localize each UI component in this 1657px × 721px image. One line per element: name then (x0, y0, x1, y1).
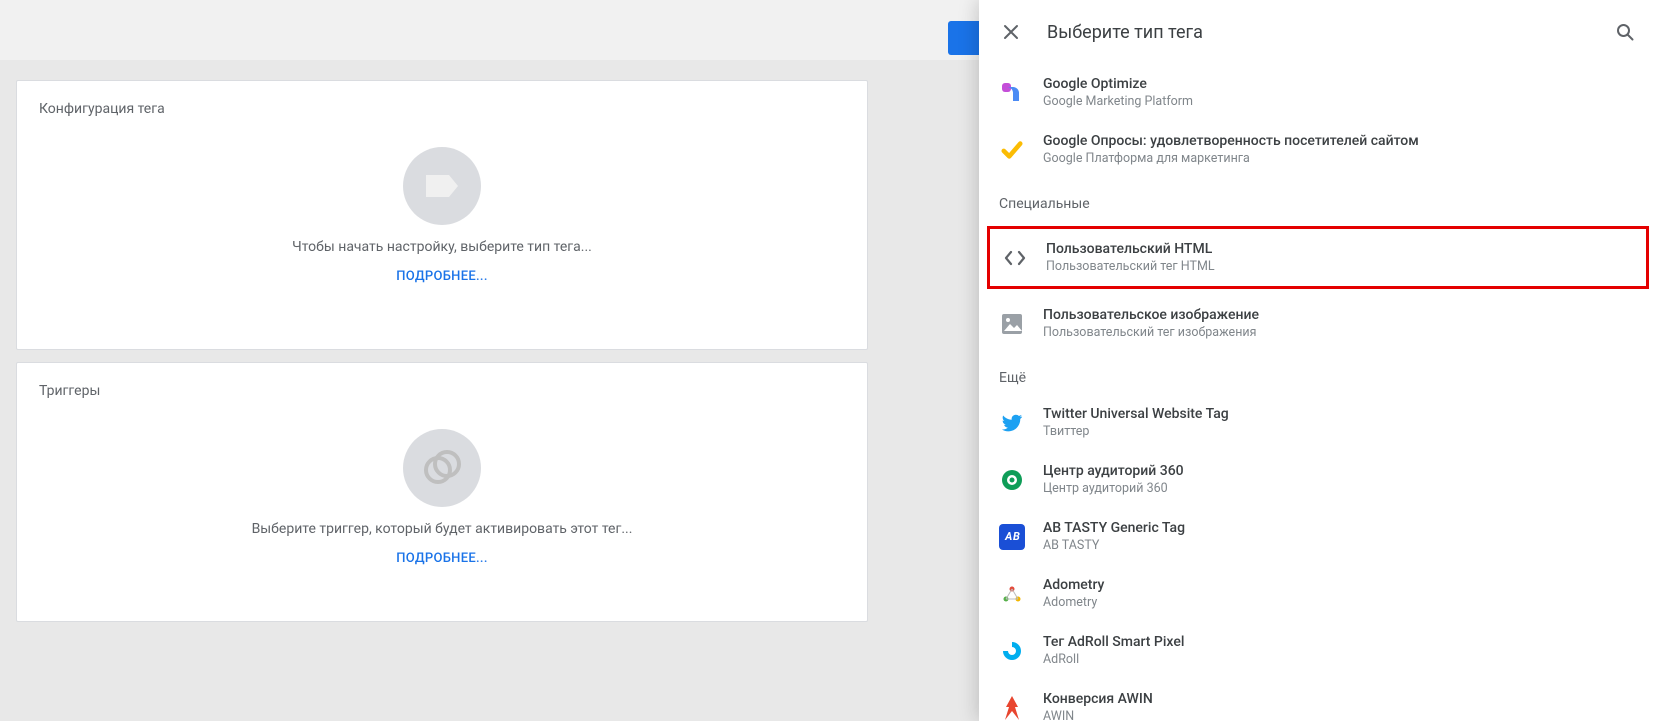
tag-type-label: Twitter Universal Website Tag (1043, 406, 1229, 422)
triggers-card[interactable]: Триггеры Выберите триггер, который будет… (16, 362, 868, 622)
tag-type-adometry[interactable]: Adometry Adometry (979, 565, 1657, 622)
tag-type-label: Google Optimize (1043, 76, 1193, 92)
tag-config-card[interactable]: Конфигурация тега Чтобы начать настройку… (16, 80, 868, 350)
tag-type-sub: Google Marketing Platform (1043, 94, 1193, 109)
tag-type-sub: Adometry (1043, 595, 1104, 610)
twitter-icon (999, 410, 1025, 436)
tag-config-desc: Чтобы начать настройку, выберите тип тег… (292, 239, 592, 255)
tag-placeholder-icon (403, 147, 481, 225)
tag-type-label: Google Опросы: удовлетворенность посетит… (1043, 133, 1419, 149)
triggers-title: Триггеры (17, 363, 867, 399)
tag-type-sub: Центр аудиторий 360 (1043, 481, 1184, 496)
tag-type-sub: Пользовательский тег HTML (1046, 259, 1215, 274)
section-special: Специальные (979, 192, 1657, 220)
surveys-icon (999, 137, 1025, 163)
triggers-body: Выберите триггер, который будет активиро… (17, 399, 867, 592)
panel-title: Выберите тип тега (1047, 22, 1589, 43)
triggers-more-link[interactable]: ПОДРОБНЕЕ... (396, 551, 487, 566)
tag-type-adroll[interactable]: Тег AdRoll Smart Pixel AdRoll (979, 622, 1657, 679)
tag-type-google-optimize[interactable]: Google Optimize Google Marketing Platfor… (979, 64, 1657, 121)
optimize-icon (999, 80, 1025, 106)
tag-type-label: AB TASTY Generic Tag (1043, 520, 1185, 536)
panel-header: Выберите тип тега (979, 0, 1657, 64)
image-icon (999, 311, 1025, 337)
tag-config-more-link[interactable]: ПОДРОБНЕЕ... (396, 269, 487, 284)
tag-type-sub: Твиттер (1043, 424, 1229, 439)
tag-type-abtasty[interactable]: A B AB TASTY Generic Tag AB TASTY (979, 508, 1657, 565)
tag-type-custom-image[interactable]: Пользовательское изображение Пользовател… (979, 295, 1657, 352)
tag-type-label: Пользовательский HTML (1046, 241, 1215, 257)
audience360-icon (999, 467, 1025, 493)
abtasty-icon: A B (999, 524, 1025, 550)
tag-type-google-surveys[interactable]: Google Опросы: удовлетворенность посетит… (979, 121, 1657, 178)
tag-type-sub: Пользовательский тег изображения (1043, 325, 1259, 340)
tag-type-sub: AWIN (1043, 709, 1153, 721)
search-icon[interactable] (1613, 20, 1637, 44)
awin-icon (999, 695, 1025, 721)
tag-type-label: Конверсия AWIN (1043, 691, 1153, 707)
section-more: Ещё (979, 366, 1657, 394)
tag-type-label: Пользовательское изображение (1043, 307, 1259, 323)
tag-type-sub: AB TASTY (1043, 538, 1185, 553)
adometry-icon (999, 581, 1025, 607)
tag-type-custom-html[interactable]: Пользовательский HTML Пользовательский т… (990, 229, 1646, 286)
tag-type-label: Adometry (1043, 577, 1104, 593)
tag-type-label: Центр аудиторий 360 (1043, 463, 1184, 479)
tag-type-audience360[interactable]: Центр аудиторий 360 Центр аудиторий 360 (979, 451, 1657, 508)
tag-type-label: Тег AdRoll Smart Pixel (1043, 634, 1184, 650)
close-icon[interactable] (999, 20, 1023, 44)
tag-type-panel: Выберите тип тега Google Optimize Google… (979, 0, 1657, 721)
tag-type-awin[interactable]: Конверсия AWIN AWIN (979, 679, 1657, 721)
tag-config-title: Конфигурация тега (17, 81, 867, 117)
code-icon (1002, 245, 1028, 271)
triggers-desc: Выберите триггер, который будет активиро… (252, 521, 633, 537)
tag-config-body: Чтобы начать настройку, выберите тип тег… (17, 117, 867, 310)
save-button-sliver[interactable] (948, 21, 979, 55)
tag-type-sub: AdRoll (1043, 652, 1184, 667)
custom-html-highlight: Пользовательский HTML Пользовательский т… (987, 226, 1649, 289)
trigger-placeholder-icon (403, 429, 481, 507)
tag-type-sub: Google Платформа для маркетинга (1043, 151, 1419, 166)
tag-type-twitter[interactable]: Twitter Universal Website Tag Твиттер (979, 394, 1657, 451)
app-root: Конфигурация тега Чтобы начать настройку… (0, 0, 1657, 721)
adroll-icon (999, 638, 1025, 664)
